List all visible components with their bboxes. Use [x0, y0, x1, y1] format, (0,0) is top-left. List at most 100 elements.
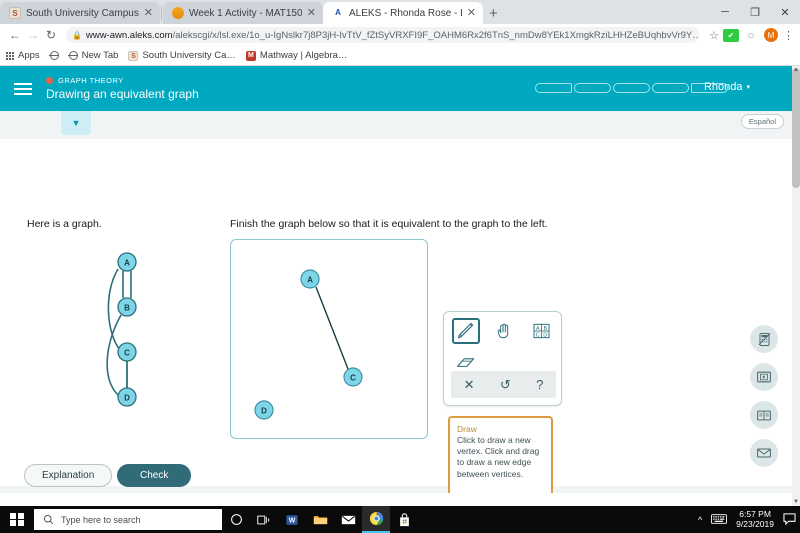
browser-tab-title: ALEKS - Rhonda Rose - Learn: [349, 7, 462, 19]
svg-text:W: W: [289, 517, 296, 524]
user-menu[interactable]: Rhonda ▾: [704, 81, 750, 93]
pencil-draw-tool[interactable]: [452, 318, 480, 344]
search-icon: [43, 514, 54, 525]
search-input[interactable]: Type here to search: [34, 509, 222, 530]
checkmark-extension-icon[interactable]: ✔: [723, 28, 739, 42]
hand-move-tool[interactable]: [490, 318, 518, 344]
clear-button[interactable]: ✕: [464, 377, 475, 393]
header-titles: GRAPH THEORY Drawing an equivalent graph: [46, 76, 199, 101]
vertex-D: D: [254, 400, 274, 420]
minimize-button[interactable]: ─: [710, 0, 740, 24]
user-name: Rhonda: [703, 81, 743, 93]
video-player-icon[interactable]: [750, 363, 778, 391]
scroll-down-icon[interactable]: ▼: [792, 498, 800, 506]
new-tab-button[interactable]: +: [489, 5, 498, 22]
close-window-button[interactable]: ✕: [770, 0, 800, 24]
calculator-disabled-icon[interactable]: [750, 325, 778, 353]
chevron-down-icon: ▾: [746, 84, 750, 91]
clock[interactable]: 6:57 PM 9/23/2019: [736, 509, 774, 530]
chrome-icon[interactable]: [362, 506, 390, 533]
reload-icon[interactable]: ↻: [42, 28, 60, 42]
star-icon[interactable]: ☆: [709, 29, 719, 42]
microsoft-store-icon[interactable]: [390, 506, 418, 533]
help-button[interactable]: ?: [536, 377, 543, 392]
svg-text:A: A: [124, 259, 130, 268]
calculator-icon: [758, 332, 770, 346]
task-view-icon[interactable]: [250, 506, 278, 533]
answer-graph: A C D: [254, 269, 363, 420]
right-prompt: Finish the graph below so that it is equ…: [230, 218, 548, 230]
exercise-content: Here is a graph. Finish the graph below …: [0, 139, 792, 493]
file-explorer-icon[interactable]: [306, 506, 334, 533]
browser-tab-2[interactable]: Week 1 Activity - MAT1500 Colle ✕: [163, 2, 323, 24]
globe-icon: [49, 51, 59, 60]
cortana-icon[interactable]: [222, 506, 250, 533]
bookmark-south-university[interactable]: S South University Ca…: [128, 50, 236, 61]
chevron-up-icon[interactable]: ^: [698, 515, 702, 525]
window-controls: ─ ❐ ✕: [710, 0, 800, 24]
vertex-B: B: [117, 297, 137, 317]
scrollbar-thumb[interactable]: [792, 68, 800, 188]
forward-icon[interactable]: →: [24, 28, 42, 42]
topic-dot-icon: [46, 77, 53, 84]
envelope-icon: [757, 448, 771, 458]
keyboard-icon[interactable]: [711, 513, 728, 526]
bookmark-mathway[interactable]: M Mathway | Algebra…: [245, 50, 348, 61]
url-path: /alekscgi/x/lsl.exe/1o_u-IgNslkr7j8P3jH-…: [172, 29, 700, 41]
hand-icon: [497, 323, 508, 339]
reference-graph: A B C D: [106, 252, 137, 407]
tool-rail: [750, 325, 778, 467]
topic-label: GRAPH THEORY: [58, 76, 124, 85]
circle-extension-icon[interactable]: ○: [743, 28, 759, 42]
browser-tab-1[interactable]: S South University Campus Comm ✕: [0, 2, 160, 24]
bookmark-apps[interactable]: Apps: [6, 50, 40, 61]
action-buttons: Explanation Check: [0, 459, 792, 493]
kebab-menu-icon[interactable]: ⋮: [783, 29, 794, 42]
close-icon[interactable]: ✕: [144, 7, 153, 19]
bookmark-label: New Tab: [81, 50, 119, 61]
svg-text:D: D: [124, 394, 130, 403]
svg-text:C: C: [350, 374, 356, 383]
back-icon[interactable]: ←: [6, 28, 24, 42]
notification-icon[interactable]: [783, 512, 796, 527]
page-title: Drawing an equivalent graph: [46, 87, 199, 101]
mathway-icon: M: [245, 50, 256, 61]
explanation-button[interactable]: Explanation: [24, 464, 113, 487]
check-button[interactable]: Check: [117, 464, 192, 487]
bookmark-globe[interactable]: [49, 51, 59, 60]
scroll-up-icon[interactable]: ▲: [792, 66, 800, 74]
browser-tab-strip: S South University Campus Comm ✕ Week 1 …: [0, 0, 800, 24]
maximize-button[interactable]: ❐: [740, 0, 770, 24]
windows-start-icon[interactable]: [0, 506, 34, 533]
screen: S South University Campus Comm ✕ Week 1 …: [0, 0, 800, 533]
espanol-button[interactable]: Español: [740, 114, 784, 129]
tool-row-primary: A B C D: [444, 312, 563, 350]
address-bar[interactable]: 🔒 www-awn.aleks.com /alekscgi/x/lsl.exe/…: [66, 27, 700, 43]
aleks-header: GRAPH THEORY Drawing an equivalent graph…: [0, 66, 792, 111]
apps-grid-icon: [6, 51, 14, 60]
pencil-icon: [457, 322, 474, 339]
aleks-icon: A: [332, 7, 344, 19]
abcd-label-tool[interactable]: A B C D: [527, 318, 555, 344]
hint-title: Draw: [457, 424, 477, 434]
accordion-toggle[interactable]: ▼: [61, 111, 91, 135]
topic-kicker: GRAPH THEORY: [46, 76, 199, 85]
svg-text:D: D: [261, 407, 267, 416]
close-icon[interactable]: ✕: [467, 7, 476, 19]
word-icon[interactable]: W: [278, 506, 306, 533]
clock-date: 9/23/2019: [736, 518, 774, 529]
progress-segment: [535, 83, 572, 93]
browser-tab-3[interactable]: A ALEKS - Rhonda Rose - Learn ✕: [323, 2, 483, 24]
close-icon[interactable]: ✕: [307, 7, 316, 19]
su-icon: S: [128, 50, 139, 61]
windows-logo: [10, 512, 24, 527]
reference-book-icon[interactable]: [750, 401, 778, 429]
answer-canvas[interactable]: A C D: [230, 239, 428, 439]
svg-text:C: C: [124, 349, 130, 358]
bookmark-new-tab[interactable]: New Tab: [68, 50, 119, 61]
avatar[interactable]: M: [764, 28, 778, 42]
hamburger-menu-icon[interactable]: [0, 82, 46, 95]
bookmark-label: Mathway | Algebra…: [259, 50, 348, 61]
undo-button[interactable]: ↺: [500, 377, 511, 393]
mail-icon[interactable]: [334, 506, 362, 533]
